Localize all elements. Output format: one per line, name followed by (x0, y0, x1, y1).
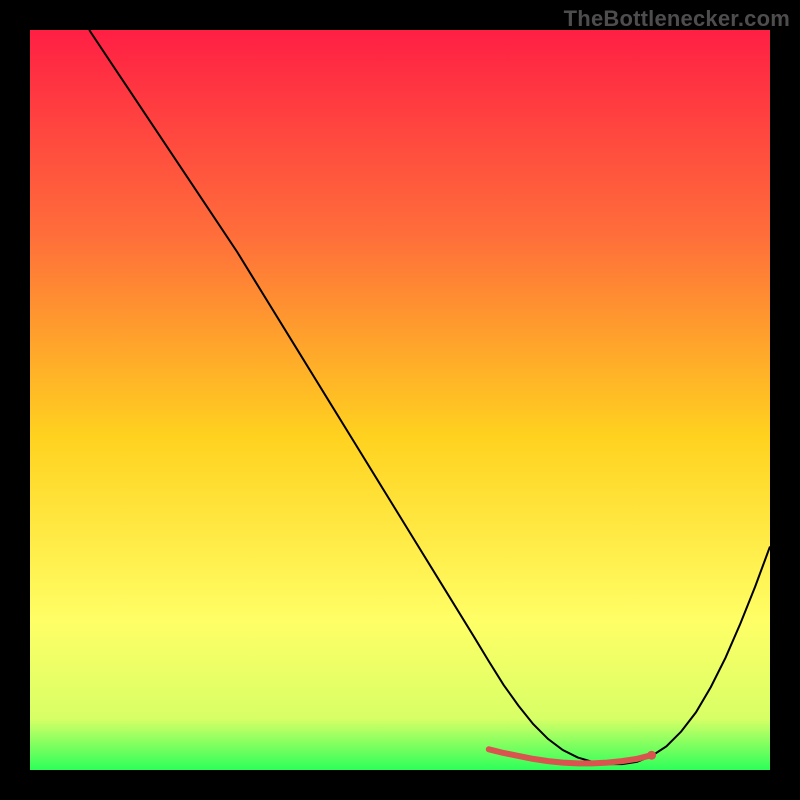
watermark-label: TheBottlenecker.com (564, 6, 790, 32)
marker-layer (647, 751, 656, 760)
optimal-end-dot (647, 751, 656, 760)
bottleneck-chart (30, 30, 770, 770)
plot-background (30, 30, 770, 770)
chart-frame: TheBottlenecker.com (0, 0, 800, 800)
